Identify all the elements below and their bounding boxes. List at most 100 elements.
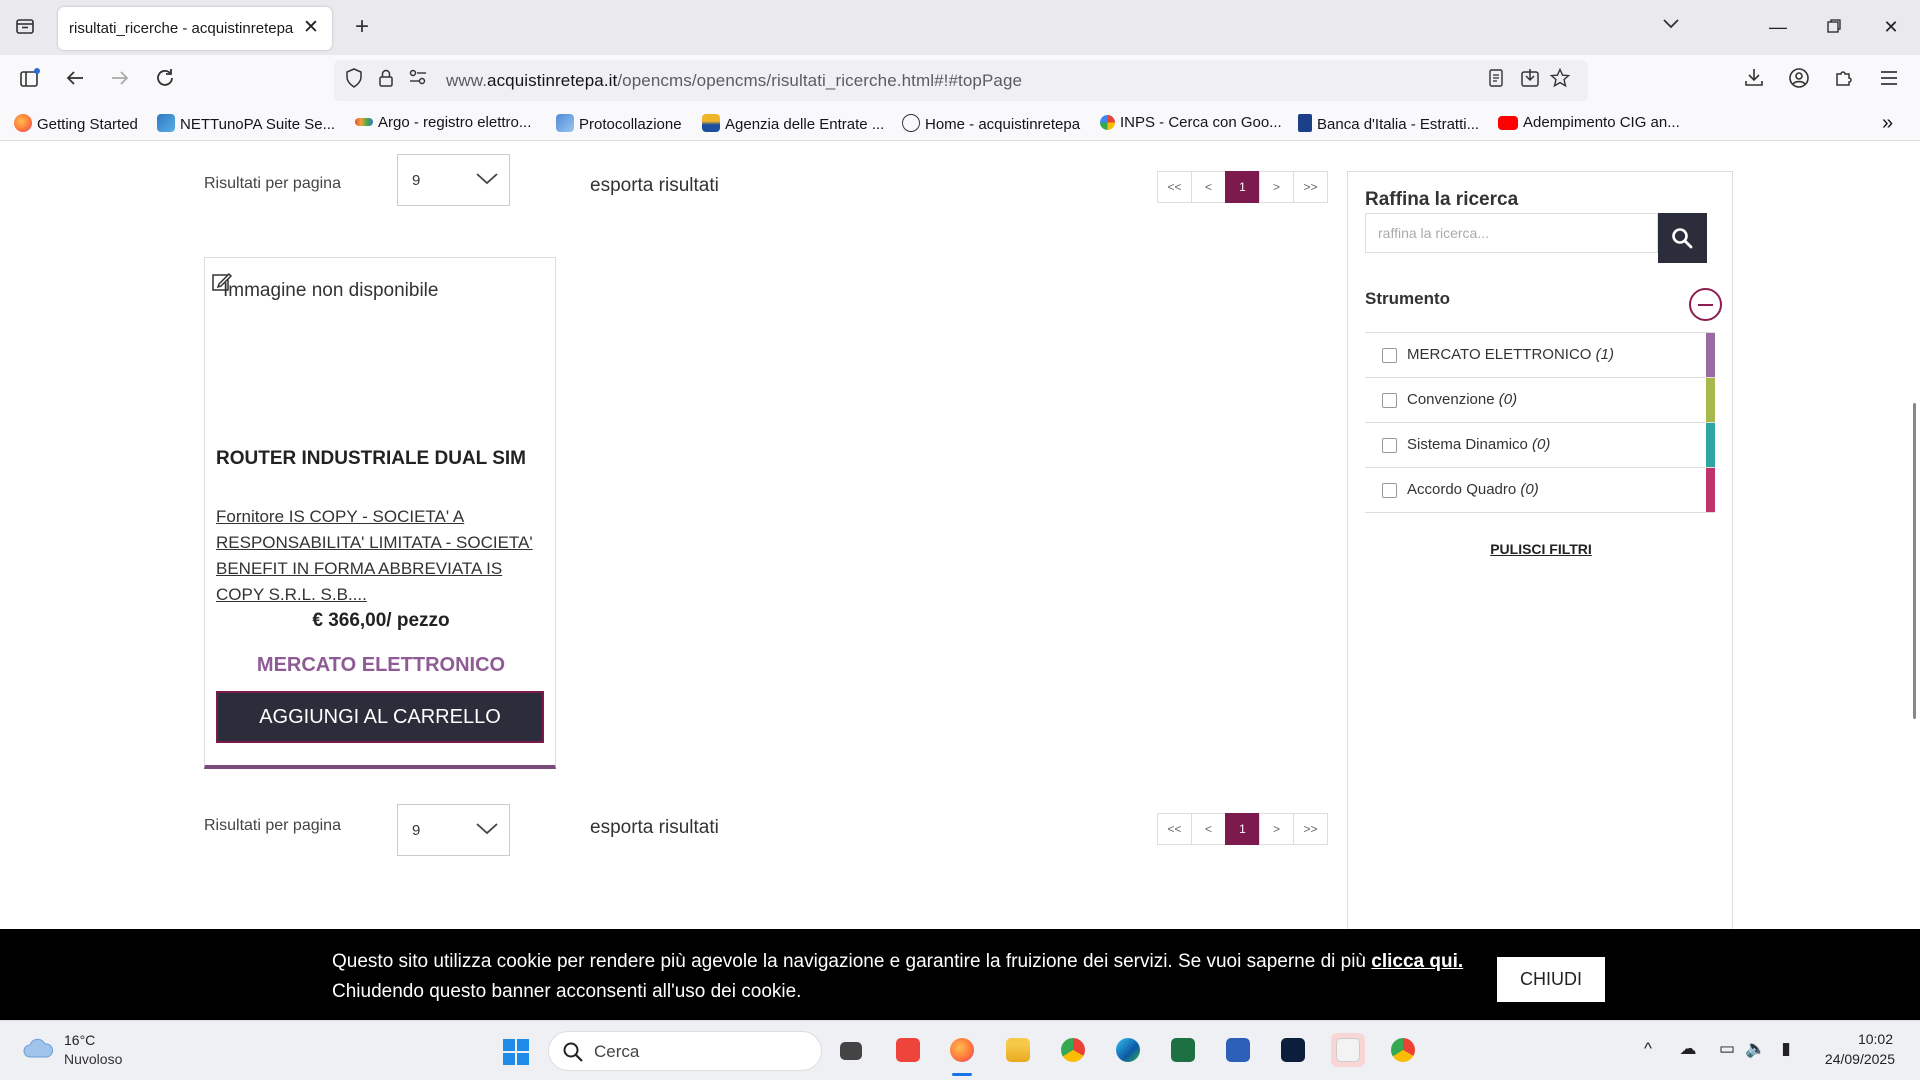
file-explorer-icon[interactable] (1001, 1033, 1035, 1067)
pagination-bottom: << < 1 > >> (1157, 813, 1328, 845)
bookmark-argo[interactable]: Argo - registro elettro... (355, 114, 531, 131)
search-icon (1672, 228, 1693, 249)
reader-view-icon[interactable] (1484, 68, 1508, 92)
tab-close-icon[interactable]: ✕ (300, 17, 322, 39)
url-text[interactable]: www.acquistinretepa.it/opencms/opencms/r… (446, 71, 1022, 91)
product-name[interactable]: ROUTER INDUSTRIALE DUAL SIM (216, 448, 526, 470)
reload-icon[interactable] (151, 67, 179, 95)
bookmark-star-icon[interactable] (1548, 67, 1572, 92)
task-view-icon[interactable] (835, 1033, 869, 1067)
filter-checkbox[interactable] (1382, 438, 1397, 453)
signing-app-icon[interactable] (1331, 1033, 1365, 1067)
pager-next[interactable]: > (1259, 171, 1294, 203)
back-icon[interactable] (61, 67, 89, 95)
edge-icon[interactable] (1111, 1033, 1145, 1067)
chrome-icon[interactable] (1056, 1033, 1090, 1067)
agenzia-entrate-icon (702, 114, 720, 132)
filter-accordo-quadro[interactable]: Accordo Quadro (0) (1365, 468, 1715, 513)
banca-italia-icon (1298, 114, 1312, 132)
collapse-section-icon[interactable] (1689, 288, 1722, 321)
firefox-taskbar-icon[interactable] (945, 1033, 979, 1067)
chrome-profile-icon[interactable] (1386, 1033, 1420, 1067)
product-price: € 366,00/ pezzo (312, 610, 450, 631)
bookmarks-overflow-icon[interactable]: » (1882, 112, 1893, 135)
refine-search-title: Raffina la ricerca (1365, 189, 1519, 210)
tab-active[interactable]: risultati_ricerche - acquistinretepa ✕ (58, 7, 332, 50)
results-per-page-select-bottom[interactable]: 9 (397, 804, 510, 856)
filter-checkbox[interactable] (1382, 393, 1397, 408)
cookie-close-button[interactable]: CHIUDI (1497, 957, 1605, 1002)
bookmark-getting-started[interactable]: Getting Started (14, 114, 138, 133)
bookmark-adempimento-cig[interactable]: Adempimento CIG an... (1498, 114, 1680, 131)
tab-list-icon[interactable] (12, 15, 38, 41)
tab-title: risultati_ricerche - acquistinretepa (69, 20, 294, 37)
product-supplier-link[interactable]: Fornitore IS COPY - SOCIETA' A RESPONSAB… (216, 504, 546, 608)
extensions-icon[interactable] (1830, 67, 1858, 95)
refine-search-input[interactable] (1365, 213, 1658, 253)
add-to-cart-button[interactable]: AGGIUNGI AL CARRELLO (216, 691, 544, 743)
results-per-page-select[interactable]: 9 (397, 154, 510, 206)
filter-checkbox[interactable] (1382, 483, 1397, 498)
excel-icon[interactable] (1166, 1033, 1200, 1067)
forward-icon[interactable] (106, 67, 134, 95)
taskbar-search[interactable]: Cerca (548, 1031, 822, 1071)
clear-filters-link[interactable]: PULISCI FILTRI (1348, 541, 1734, 557)
bookmark-nettunopa[interactable]: NETTunoPA Suite Se... (157, 114, 335, 133)
refine-search-button[interactable] (1658, 213, 1707, 263)
active-app-indicator (952, 1073, 972, 1076)
battery-icon[interactable]: ▮ (1775, 1039, 1797, 1059)
new-tab-icon[interactable]: + (349, 14, 375, 40)
pager-prev[interactable]: < (1191, 171, 1226, 203)
filter-convenzione[interactable]: Convenzione (0) (1365, 378, 1715, 423)
windows-taskbar: 16°C Nuvoloso Cerca ^ ☁ ▭ 🔈 ▮ 10:02 24/0… (0, 1020, 1920, 1080)
pager-page-1[interactable]: 1 (1225, 813, 1260, 845)
export-results-link-bottom[interactable]: esporta risultati (590, 817, 719, 839)
save-to-pocket-icon[interactable] (1518, 68, 1542, 92)
close-window-icon[interactable]: ✕ (1871, 10, 1911, 44)
anydesk-icon[interactable] (891, 1033, 925, 1067)
pager-last[interactable]: >> (1293, 171, 1328, 203)
pager-last[interactable]: >> (1293, 813, 1328, 845)
filter-mercato-elettronico[interactable]: MERCATO ELETTRONICO (1) (1365, 333, 1715, 378)
network-icon[interactable]: ▭ (1716, 1039, 1738, 1059)
onedrive-icon[interactable]: ☁ (1677, 1039, 1699, 1059)
protocollazione-icon (556, 114, 574, 132)
bookmark-protocollazione[interactable]: Protocollazione (556, 114, 682, 133)
sidebar-toggle-icon[interactable] (16, 67, 44, 95)
export-results-link[interactable]: esporta risultati (590, 175, 719, 197)
clock-date[interactable]: 24/09/2025 (1815, 1051, 1895, 1067)
pager-first[interactable]: << (1157, 813, 1192, 845)
tracking-shield-icon[interactable] (342, 68, 366, 92)
bookmark-banca-italia[interactable]: Banca d'Italia - Estratti... (1298, 114, 1479, 133)
menu-icon[interactable] (1875, 67, 1903, 95)
weather-description[interactable]: Nuvoloso (64, 1051, 122, 1067)
word-icon[interactable] (1221, 1033, 1255, 1067)
lock-icon[interactable] (374, 68, 398, 92)
pager-first[interactable]: << (1157, 171, 1192, 203)
filter-color-bar (1706, 378, 1715, 422)
filter-sistema-dinamico[interactable]: Sistema Dinamico (0) (1365, 423, 1715, 468)
restore-icon[interactable] (1814, 10, 1854, 44)
tray-overflow-chevron-icon[interactable]: ^ (1637, 1039, 1659, 1059)
pager-prev[interactable]: < (1191, 813, 1226, 845)
tab-overflow-chevron-icon[interactable] (1662, 14, 1680, 35)
bookmark-home-acquistinretepa[interactable]: Home - acquistinretepa (902, 114, 1080, 133)
downloads-icon[interactable] (1740, 67, 1768, 95)
cloud-weather-icon[interactable] (22, 1037, 54, 1059)
weather-temperature[interactable]: 16°C (64, 1032, 95, 1048)
minimize-icon[interactable]: — (1758, 10, 1798, 44)
bookmark-inps[interactable]: INPS - Cerca con Goo... (1100, 114, 1282, 131)
webex-icon[interactable] (1276, 1033, 1310, 1067)
volume-icon[interactable]: 🔈 (1745, 1039, 1767, 1059)
page-scrollbar[interactable] (1913, 403, 1916, 719)
account-icon[interactable] (1785, 67, 1813, 95)
cookie-info-link[interactable]: clicca qui. (1371, 951, 1463, 972)
windows-start-icon[interactable] (502, 1038, 530, 1066)
address-bar[interactable]: www.acquistinretepa.it/opencms/opencms/r… (334, 60, 1588, 101)
clock-time[interactable]: 10:02 (1853, 1031, 1893, 1047)
pager-next[interactable]: > (1259, 813, 1294, 845)
filter-checkbox[interactable] (1382, 348, 1397, 363)
pager-page-1[interactable]: 1 (1225, 171, 1260, 203)
bookmark-agenzia-entrate[interactable]: Agenzia delle Entrate ... (702, 114, 884, 133)
permissions-icon[interactable] (406, 68, 430, 92)
